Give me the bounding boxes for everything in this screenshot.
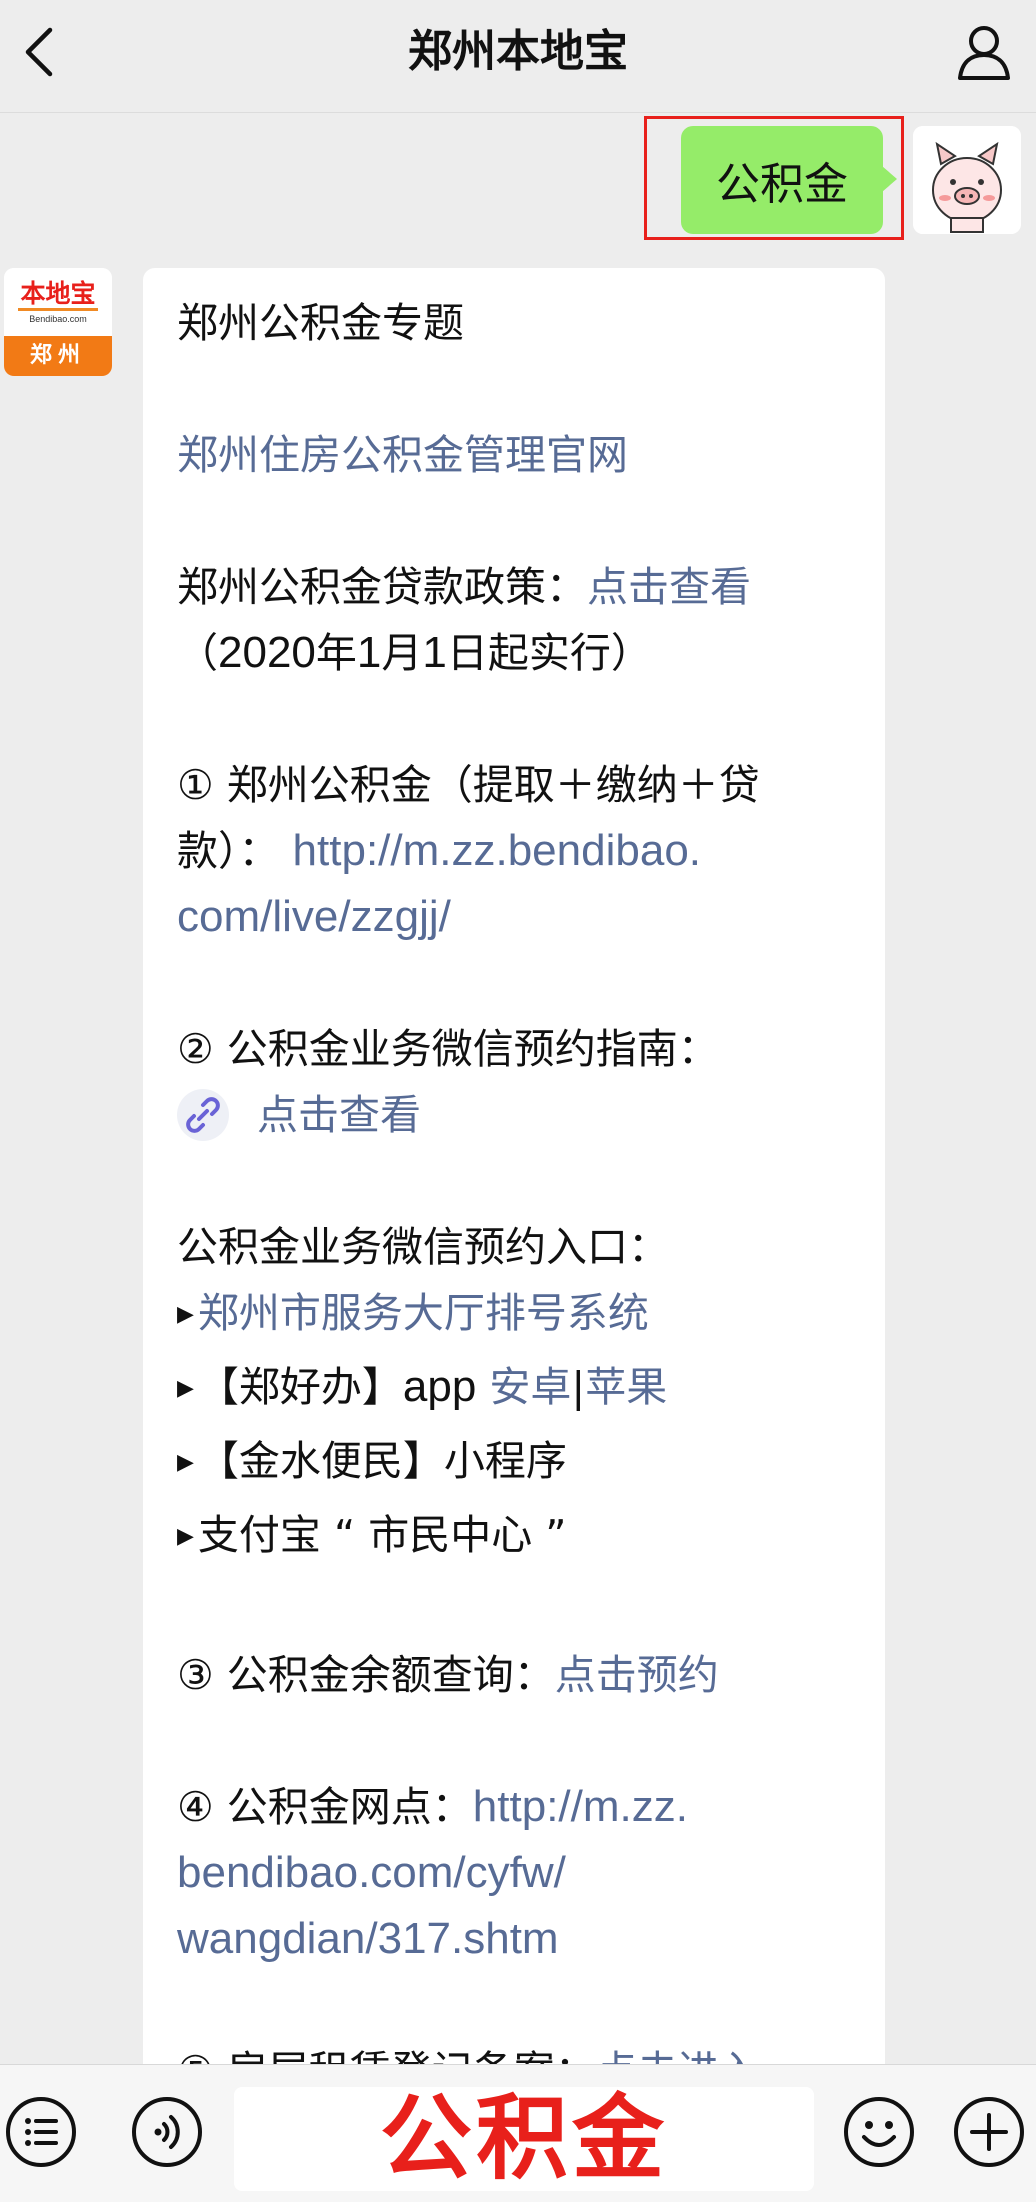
item1-url-line2[interactable]: com/live/zzgjj/	[177, 892, 451, 941]
avatar-logo-sub: Bendibao.com	[29, 313, 87, 324]
outgoing-message-bubble[interactable]: 公积金	[681, 126, 897, 234]
menu-list-icon	[6, 2097, 76, 2167]
message-title: 郑州公积金专题	[177, 299, 464, 347]
user-avatar[interactable]	[913, 126, 1021, 234]
message-input-text: 公积金	[379, 2085, 668, 2192]
note-month-unit: 月	[381, 629, 423, 677]
voice-button[interactable]	[130, 2095, 204, 2169]
top-nav-bar: 郑州本地宝	[0, 0, 1036, 113]
note-tail: 日起实行）	[446, 629, 652, 677]
note-year-unit: 年	[315, 629, 357, 677]
note-open: （	[177, 629, 218, 677]
more-button[interactable]	[952, 2095, 1026, 2169]
booking-sep: |	[571, 1363, 586, 1411]
item4-label: ④ 公积金网点：	[177, 1783, 473, 1831]
note-day: 1	[422, 628, 447, 677]
avatar-city-text: 郑州	[4, 336, 112, 376]
avatar-logo-area: 本地宝 Bendibao.com	[4, 268, 112, 336]
item1-label-line2: 款）：	[177, 827, 280, 875]
official-site-link[interactable]: 郑州住房公积金管理官网	[177, 431, 628, 479]
booking-app-word: app	[402, 1362, 477, 1411]
menu-button[interactable]	[4, 2095, 78, 2169]
booking-miniprogram: 【金水便民】小程序	[197, 1437, 567, 1485]
loan-policy-note: （2020年1月1日起实行）	[177, 620, 851, 686]
voice-icon	[132, 2097, 202, 2167]
booking-link-hall[interactable]: 郑州市服务大厅排号系统	[198, 1289, 649, 1337]
pig-avatar-icon	[913, 126, 1021, 234]
item1-label-line1: ① 郑州公积金（提取＋缴纳＋贷	[177, 761, 760, 809]
bottom-input-bar: 公积金	[0, 2064, 1036, 2202]
loan-policy-label: 郑州公积金贷款政策：	[177, 563, 587, 611]
booking-alipay: 支付宝 “ 市民中心 ”	[197, 1511, 567, 1559]
item1-url-line1[interactable]: http://m.zz.bendibao.	[293, 826, 701, 875]
bullet-icon: ▶	[177, 1450, 194, 1475]
profile-icon	[958, 26, 1010, 80]
item2-link[interactable]: 点击查看	[257, 1091, 421, 1139]
incoming-message-bubble: 郑州公积金专题 郑州住房公积金管理官网 郑州公积金贷款政策：点击查看 （2020…	[143, 268, 885, 2108]
item2-label: ② 公积金业务微信预约指南：	[177, 1025, 719, 1073]
emoji-button[interactable]	[842, 2095, 916, 2169]
plus-icon	[954, 2097, 1024, 2167]
chat-title: 郑州本地宝	[408, 26, 628, 77]
item4-url-line3[interactable]: wangdian/317.shtm	[177, 1914, 559, 1963]
bullet-icon: ▶	[177, 1302, 194, 1327]
item4-url-line2[interactable]: bendibao.com/cyfw/	[177, 1848, 566, 1897]
emoji-icon	[844, 2097, 914, 2167]
official-account-avatar[interactable]: 本地宝 Bendibao.com 郑州	[4, 268, 112, 376]
note-month: 1	[356, 628, 382, 677]
mini-program-link-icon	[177, 1089, 229, 1141]
booking-android-link[interactable]: 安卓	[489, 1363, 571, 1411]
booking-app-prefix: 【郑好办】	[197, 1363, 403, 1411]
booking-title: 公积金业务微信预约入口：	[177, 1223, 669, 1271]
message-input[interactable]: 公积金	[234, 2087, 814, 2191]
bullet-icon: ▶	[177, 1376, 194, 1401]
outgoing-message-row: 公积金	[0, 112, 1036, 252]
item3-label: ③ 公积金余额查询：	[177, 1651, 555, 1699]
loan-policy-link[interactable]: 点击查看	[587, 563, 751, 611]
booking-ios-link[interactable]: 苹果	[585, 1363, 667, 1411]
profile-button[interactable]	[952, 18, 1016, 86]
bullet-icon: ▶	[177, 1524, 194, 1549]
note-year: 2020	[218, 628, 316, 677]
item3-link[interactable]: 点击预约	[555, 1651, 719, 1699]
item4-url-line1[interactable]: http://m.zz.	[473, 1782, 688, 1831]
avatar-logo-text: 本地宝	[18, 279, 98, 311]
